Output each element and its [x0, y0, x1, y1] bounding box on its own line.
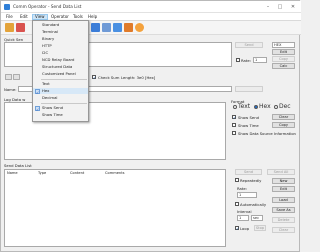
column-comments[interactable]: Comments — [105, 171, 124, 175]
interval-label: Interval — [237, 209, 252, 214]
show-source-checkbox[interactable] — [232, 131, 236, 135]
nav-right-button[interactable] — [13, 74, 20, 80]
dec-option-label: Dec — [279, 103, 291, 110]
format-select[interactable]: HEX — [272, 42, 295, 48]
send-list-label: Send Data List — [4, 163, 32, 168]
view-menu-separator — [41, 79, 87, 80]
view-menu-dropdown: Standard Terminal Binary HTTP I2C NCD Re… — [32, 20, 89, 122]
list-save-as-button[interactable]: Save As — [272, 207, 295, 213]
disconnect-icon[interactable] — [16, 23, 25, 32]
text-radio[interactable] — [233, 105, 237, 109]
name-label: Name: — [4, 87, 17, 92]
app-icon — [4, 4, 10, 10]
repeatedly-checkbox[interactable] — [235, 178, 239, 182]
log-copy-button[interactable]: Copy — [272, 122, 295, 128]
list-rate-label: Rate: — [237, 186, 247, 191]
maximize-button[interactable]: □ — [275, 3, 285, 11]
help-icon[interactable] — [135, 23, 144, 32]
send-data-table[interactable]: Name Type Content Comments — [4, 169, 226, 247]
hex-option-label: Hex — [259, 103, 271, 110]
interval-unit-select[interactable]: sec — [251, 215, 263, 221]
list-send-all-button[interactable]: Send All — [267, 169, 295, 175]
list-send-button[interactable]: Send — [235, 169, 262, 175]
hex-radio[interactable] — [254, 105, 258, 109]
grid-view-icon[interactable] — [91, 23, 100, 32]
structured-data-icon[interactable] — [124, 23, 133, 32]
list-delete-button[interactable]: Delete — [272, 217, 295, 223]
close-button[interactable]: ✕ — [288, 3, 298, 11]
minimize-button[interactable]: – — [263, 3, 273, 11]
view-menu-http[interactable]: HTTP — [33, 43, 88, 49]
rate-input[interactable]: 1 — [253, 57, 267, 63]
stop-button[interactable]: Stop — [254, 225, 266, 231]
quick-add-button[interactable] — [235, 86, 263, 92]
show-time-label: Show Time — [238, 123, 259, 128]
text-option-label: Text — [238, 103, 251, 110]
column-type[interactable]: Type — [38, 171, 46, 175]
dec-radio[interactable] — [274, 105, 278, 109]
loop-label: Loop — [240, 226, 250, 231]
interval-input[interactable]: 1 — [237, 215, 249, 221]
repeat-checkbox[interactable] — [236, 58, 240, 62]
view-menu-i2c[interactable]: I2C — [33, 50, 88, 56]
view-menu-show-send[interactable]: Show Send — [33, 105, 88, 111]
column-content[interactable]: Content — [70, 171, 84, 175]
view-menu-hex[interactable]: Hex — [33, 88, 88, 95]
show-send-label: Show Send — [238, 115, 260, 120]
view-menu-separator — [41, 103, 87, 104]
length-label: Length: 3e0 [Hex] — [121, 75, 156, 80]
list-view-icon[interactable] — [113, 23, 122, 32]
show-time-checkbox[interactable] — [232, 123, 236, 127]
window-title: Comm Operator - Send Data List — [13, 4, 82, 9]
list-rate-input[interactable]: 1 — [237, 192, 257, 198]
app-window: Comm Operator - Send Data List – □ ✕ Fil… — [0, 0, 301, 252]
view-menu-binary[interactable]: Binary — [33, 36, 88, 42]
view-menu-text[interactable]: Text — [33, 81, 88, 87]
rate-label: Rate: — [241, 58, 251, 63]
view-menu-terminal[interactable]: Terminal — [33, 29, 88, 35]
check-sum-label: Check Sum — [98, 75, 120, 80]
hex-check-icon: ✓ — [35, 88, 40, 95]
show-source-label: Show Data Source Information — [238, 131, 296, 136]
menu-edit[interactable]: Edit — [18, 14, 30, 20]
view-menu-show-time[interactable]: Show Time — [33, 112, 88, 118]
show-send-checkbox[interactable]: ✓ — [232, 115, 236, 120]
quick-send-button[interactable]: Send — [235, 42, 263, 48]
column-name[interactable]: Name — [7, 171, 18, 175]
list-clear-button[interactable]: Clear — [272, 227, 295, 233]
log-clear-button[interactable]: Clear — [272, 114, 295, 120]
connect-icon[interactable] — [5, 23, 14, 32]
automatically-checkbox[interactable] — [235, 202, 239, 206]
quick-edit-button[interactable]: Edit — [272, 49, 295, 55]
view-menu-structured-data[interactable]: Structured Data — [33, 64, 88, 70]
quick-copy-button[interactable]: Copy — [272, 56, 295, 62]
repeatedly-label: Repeatedly — [240, 178, 262, 183]
menu-file[interactable]: File — [4, 14, 15, 20]
view-menu-customized-panel[interactable]: Customized Panel — [33, 71, 88, 77]
nav-left-button[interactable] — [5, 74, 12, 80]
automatically-label: Automatically — [240, 202, 267, 207]
panel-view-icon[interactable] — [102, 23, 111, 32]
show-send-check-icon: ✓ — [35, 105, 40, 112]
list-new-button[interactable]: New — [272, 178, 295, 184]
check-sum-checkbox[interactable]: ✓ — [92, 75, 96, 80]
list-load-button[interactable]: Load — [272, 197, 295, 203]
calc-button[interactable]: Calc — [272, 63, 295, 69]
view-menu-ncd-relay-board[interactable]: NCD Relay Board — [33, 57, 88, 63]
title-bar: Comm Operator - Send Data List – □ ✕ — [1, 1, 301, 13]
view-menu-standard[interactable]: Standard — [33, 22, 88, 28]
loop-checkbox[interactable]: ✓ — [235, 226, 239, 231]
list-edit-button[interactable]: Edit — [272, 186, 295, 192]
view-menu-decimal[interactable]: Decimal — [33, 95, 88, 101]
